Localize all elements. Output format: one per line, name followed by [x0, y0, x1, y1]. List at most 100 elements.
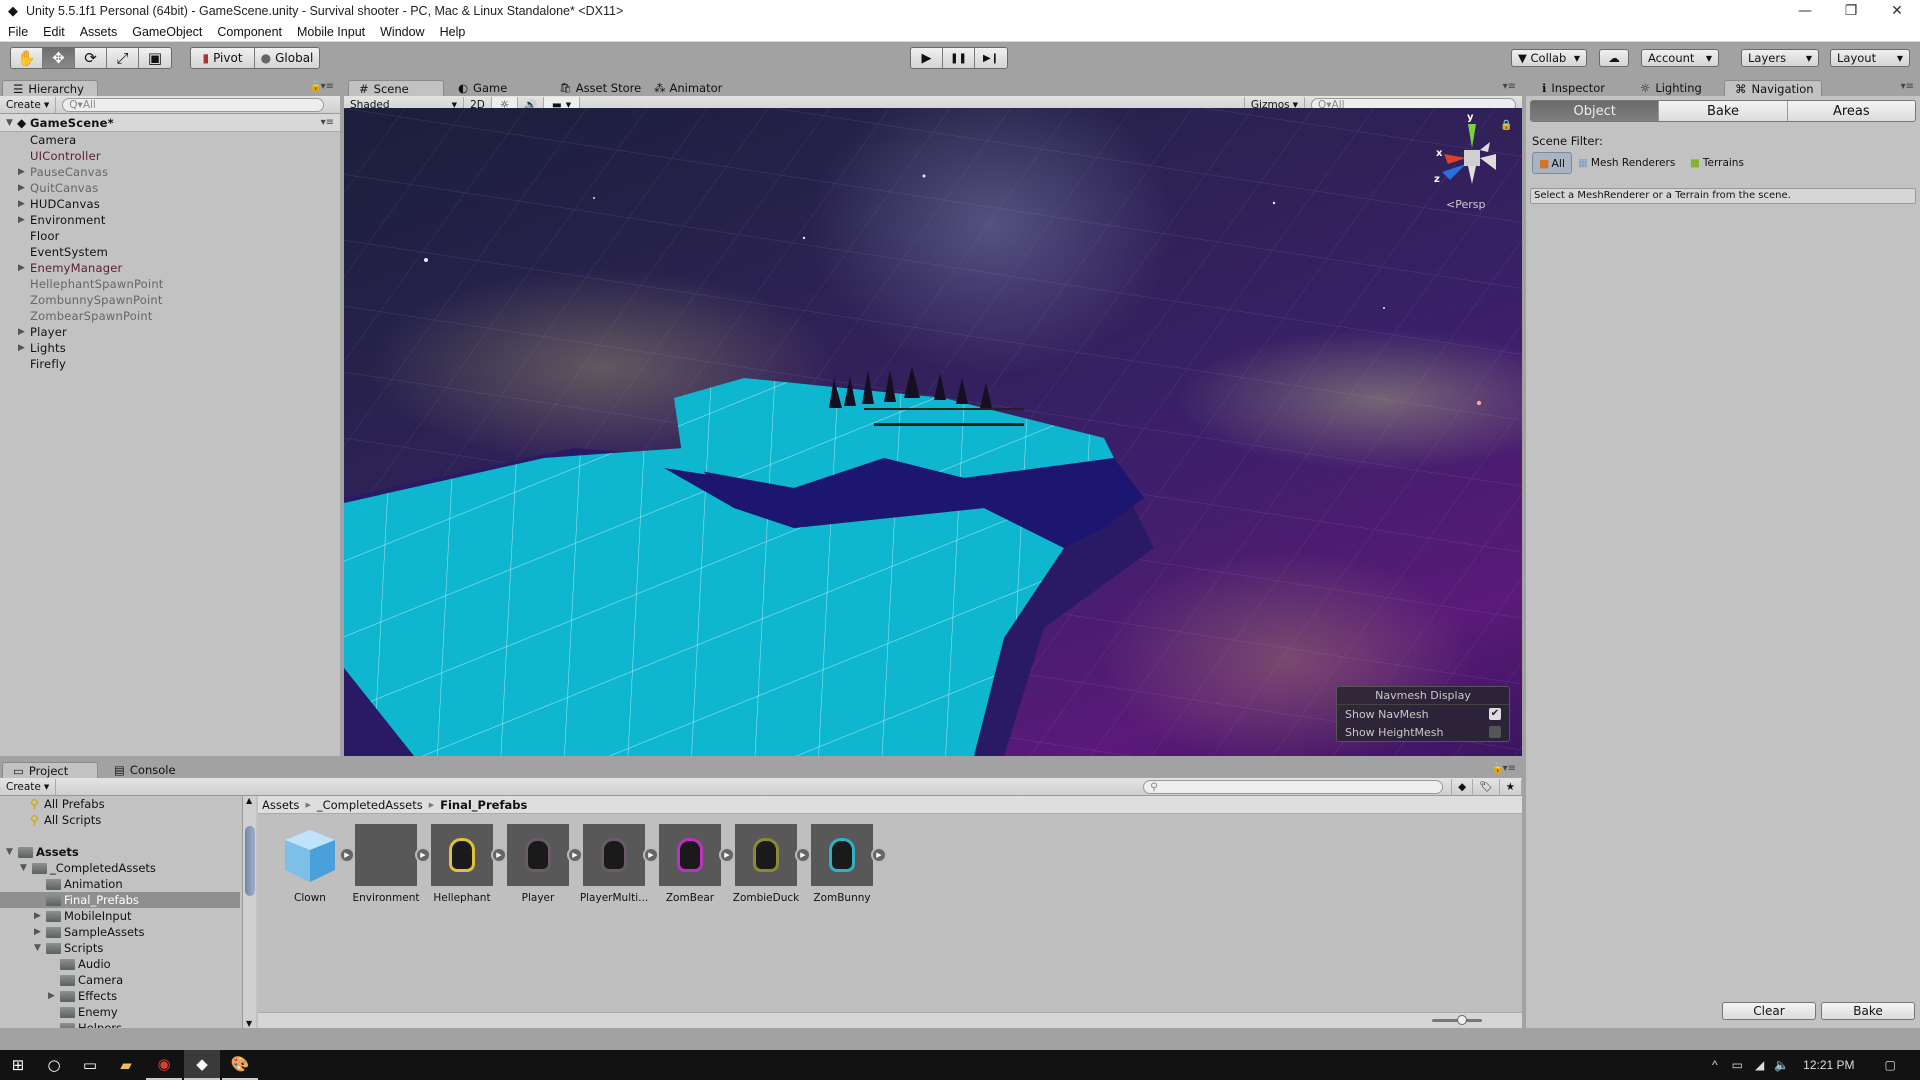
- move-tool-button[interactable]: ✥: [43, 48, 75, 68]
- collapse-arrow-icon[interactable]: ▼: [20, 863, 27, 873]
- play-button[interactable]: ▶: [911, 48, 943, 68]
- breadcrumb-item[interactable]: Assets: [262, 798, 299, 812]
- hierarchy-item[interactable]: Floor: [0, 228, 340, 244]
- filter-all-button[interactable]: ■ All: [1532, 152, 1572, 174]
- tree-item[interactable]: ⚲ All Scripts: [0, 812, 240, 828]
- clear-button[interactable]: Clear: [1722, 1002, 1816, 1020]
- step-button[interactable]: ▶❙: [975, 48, 1007, 68]
- collab-dropdown[interactable]: ▼ Collab ▼: [1511, 49, 1587, 67]
- projection-toggle[interactable]: <Persp: [1446, 198, 1485, 211]
- hierarchy-item[interactable]: ▶ Player: [0, 324, 340, 340]
- tree-item[interactable]: Camera: [0, 972, 240, 988]
- scene-menu-icon[interactable]: ▾≡: [321, 117, 334, 128]
- hierarchy-item[interactable]: ZombearSpawnPoint: [0, 308, 340, 324]
- tab-asset-store[interactable]: 🛍 Asset Store: [549, 80, 651, 96]
- menu-assets[interactable]: Assets: [80, 25, 118, 39]
- volume-icon[interactable]: 🔈: [1774, 1058, 1789, 1072]
- scale-tool-button[interactable]: ⤢: [107, 48, 139, 68]
- hierarchy-item[interactable]: Firefly: [0, 356, 340, 372]
- tab-animator[interactable]: ⁂ Animator: [644, 80, 732, 96]
- unity-taskbar-button[interactable]: ◆: [184, 1050, 220, 1080]
- hand-tool-button[interactable]: ✋: [11, 48, 43, 68]
- expand-arrow-icon[interactable]: ▶: [18, 263, 25, 273]
- tree-item[interactable]: ⚲ All Prefabs: [0, 796, 240, 812]
- object-tab[interactable]: Object: [1531, 101, 1660, 121]
- areas-tab[interactable]: Areas: [1787, 101, 1915, 121]
- hierarchy-item[interactable]: ▶ Environment: [0, 212, 340, 228]
- cloud-button[interactable]: ☁: [1599, 49, 1629, 67]
- restore-button[interactable]: ❐: [1828, 0, 1874, 22]
- pivot-button[interactable]: ▮ Pivot: [191, 48, 255, 68]
- wifi-icon[interactable]: ◢: [1755, 1058, 1764, 1072]
- menu-help[interactable]: Help: [440, 25, 466, 39]
- layers-dropdown[interactable]: Layers ▼: [1741, 49, 1819, 67]
- hierarchy-item[interactable]: ▶ HUDCanvas: [0, 196, 340, 212]
- collapse-arrow-icon[interactable]: ▼: [6, 847, 13, 857]
- scroll-up-icon[interactable]: ▲: [246, 796, 252, 805]
- chrome-button[interactable]: ◉: [146, 1050, 182, 1080]
- clock[interactable]: 12:21 PM: [1803, 1058, 1854, 1072]
- bake-tab[interactable]: Bake: [1659, 101, 1788, 121]
- project-tree-scrollbar[interactable]: ▲ ▼: [242, 796, 256, 1028]
- asset-item[interactable]: ▶ Hellephant: [424, 824, 507, 904]
- expand-arrow-icon[interactable]: ▶: [34, 927, 41, 937]
- expand-arrow-icon[interactable]: ▶: [18, 343, 25, 353]
- layout-dropdown[interactable]: Layout ▼: [1830, 49, 1910, 67]
- show-navmesh-option[interactable]: Show NavMesh ✔: [1337, 705, 1509, 723]
- project-search-input[interactable]: ⚲: [1143, 779, 1444, 794]
- expand-arrow-icon[interactable]: ▶: [34, 911, 41, 921]
- tab-navigation[interactable]: ⌘ Navigation: [1724, 80, 1822, 96]
- thumbnail-size-slider[interactable]: [1432, 1015, 1482, 1025]
- tree-item[interactable]: Helpers: [0, 1020, 240, 1028]
- hierarchy-item[interactable]: UIController: [0, 148, 340, 164]
- breadcrumb-item[interactable]: _CompletedAssets: [317, 798, 423, 812]
- create-dropdown[interactable]: Create ▼: [0, 96, 57, 113]
- scene-viewport[interactable]: y x z 🔒 <Persp Navmesh Display Show NavM…: [344, 108, 1522, 756]
- hierarchy-search-input[interactable]: Q▾ All: [62, 97, 325, 112]
- collapse-arrow-icon[interactable]: ▼: [34, 943, 41, 953]
- tree-item[interactable]: ▶ SampleAssets: [0, 924, 240, 940]
- panel-menu-icon[interactable]: ▾≡: [1503, 763, 1516, 774]
- task-view-button[interactable]: ▭: [72, 1050, 108, 1080]
- tree-item[interactable]: Audio: [0, 956, 240, 972]
- expand-arrow-icon[interactable]: ▼: [6, 118, 13, 128]
- tree-item[interactable]: Final_Prefabs: [0, 892, 240, 908]
- tree-item[interactable]: ▼ _CompletedAssets: [0, 860, 240, 876]
- account-dropdown[interactable]: Account ▼: [1641, 49, 1719, 67]
- expand-arrow-icon[interactable]: ▶: [18, 167, 25, 177]
- tree-item[interactable]: Enemy: [0, 1004, 240, 1020]
- tab-inspector[interactable]: ℹ Inspector: [1532, 80, 1615, 96]
- asset-item[interactable]: ▶ ZomBunny: [804, 824, 887, 904]
- minimize-button[interactable]: —: [1782, 0, 1828, 22]
- scroll-down-icon[interactable]: ▼: [246, 1019, 252, 1028]
- panel-menu-icon[interactable]: ▾≡: [1503, 81, 1516, 92]
- panel-menu-icon[interactable]: ▾≡: [1901, 81, 1914, 92]
- global-button[interactable]: ● Global: [255, 48, 319, 68]
- paint-button[interactable]: 🎨: [222, 1050, 258, 1080]
- tab-hierarchy[interactable]: ☰ Hierarchy: [2, 80, 98, 96]
- hierarchy-item[interactable]: EventSystem: [0, 244, 340, 260]
- bake-button[interactable]: Bake: [1821, 1002, 1915, 1020]
- action-center-icon[interactable]: ▢: [1885, 1058, 1896, 1072]
- expand-arrow-icon[interactable]: ▶: [18, 327, 25, 337]
- tab-game[interactable]: ◐ Game: [448, 80, 517, 96]
- tree-item[interactable]: ▶ MobileInput: [0, 908, 240, 924]
- hierarchy-item[interactable]: ▶ Lights: [0, 340, 340, 356]
- tree-item[interactable]: ▼ Scripts: [0, 940, 240, 956]
- asset-item[interactable]: ▶ Player: [500, 824, 583, 904]
- filter-by-label-button[interactable]: 🏷: [1473, 778, 1500, 795]
- rect-tool-button[interactable]: ▣: [139, 48, 171, 68]
- file-explorer-button[interactable]: ▰: [108, 1050, 144, 1080]
- panel-menu-icon[interactable]: ▾≡: [321, 81, 334, 92]
- asset-item[interactable]: ▶ PlayerMulti...: [576, 824, 659, 904]
- breadcrumb-current[interactable]: Final_Prefabs: [440, 798, 527, 812]
- tree-item[interactable]: Animation: [0, 876, 240, 892]
- show-heightmesh-checkbox[interactable]: [1489, 726, 1501, 738]
- filter-terrains-button[interactable]: ■ Terrains: [1690, 152, 1744, 174]
- tree-item[interactable]: ▼ Assets: [0, 844, 240, 860]
- orientation-gizmo[interactable]: y x z 🔒 <Persp: [1430, 112, 1512, 211]
- scene-root[interactable]: ▼ ◆ GameScene* ▾≡: [0, 114, 340, 132]
- show-navmesh-checkbox[interactable]: ✔: [1489, 708, 1501, 720]
- filter-by-type-button[interactable]: ◆: [1451, 778, 1474, 795]
- start-button[interactable]: ⊞: [0, 1050, 36, 1080]
